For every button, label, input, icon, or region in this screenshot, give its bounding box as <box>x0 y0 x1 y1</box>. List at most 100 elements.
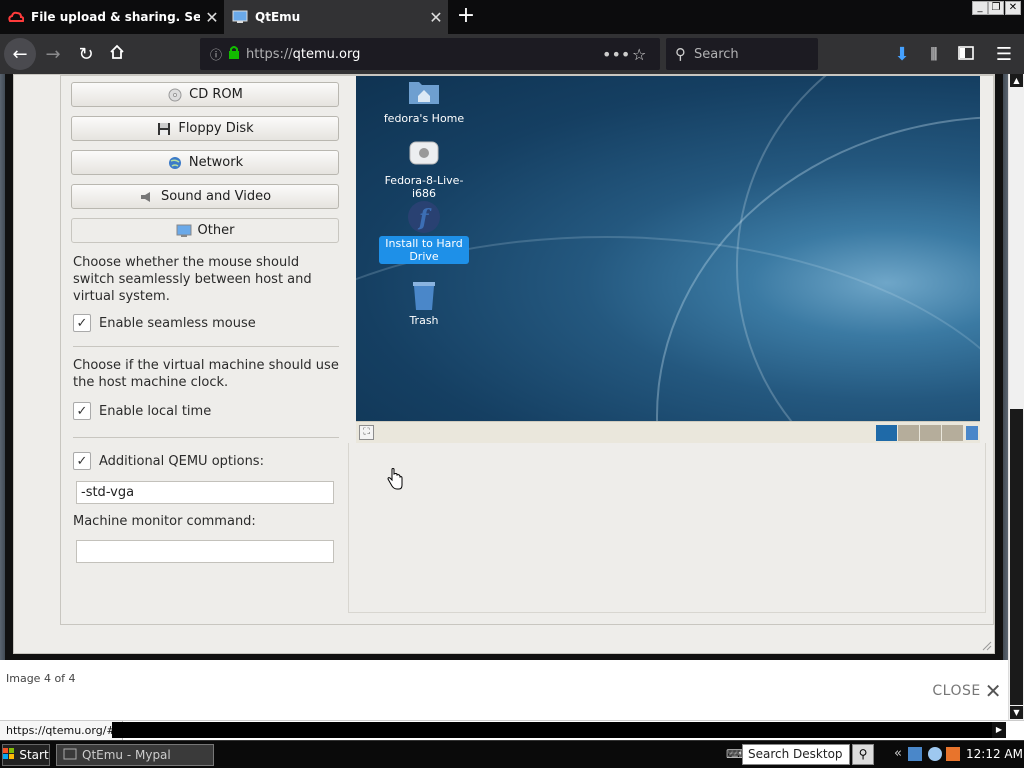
divider <box>73 346 339 347</box>
local-time-checkbox[interactable]: ✓ <box>73 402 91 420</box>
desktop-icon-label: Trash <box>409 314 439 327</box>
scroll-thumb[interactable] <box>1010 409 1023 705</box>
other-button[interactable]: Other <box>71 218 339 243</box>
search-input[interactable]: ⚲ Search <box>666 38 818 70</box>
fedora-logo-icon: f <box>407 200 441 233</box>
trash-applet-icon[interactable] <box>966 426 978 440</box>
desktop-search-input[interactable]: Search Desktop <box>742 744 850 765</box>
search-icon: ⚲ <box>858 747 868 761</box>
floppy-button[interactable]: Floppy Disk <box>71 116 339 141</box>
home-icon <box>109 44 125 65</box>
fullscreen-icon[interactable]: ⛶ <box>359 425 374 440</box>
start-label: Start <box>19 748 49 762</box>
status-url: https://qtemu.org/# <box>0 721 123 740</box>
window-close-button[interactable]: ✕ <box>1005 1 1021 15</box>
bookmark-star-icon[interactable]: ☆ <box>632 45 646 64</box>
downloads-button[interactable]: ⬇ <box>886 38 918 70</box>
start-button[interactable]: Start <box>2 744 50 766</box>
seamless-mouse-label: Enable seamless mouse <box>99 315 256 331</box>
vm-display[interactable]: fedora's Home Fedora-8-Live-i686 f Insta… <box>356 76 980 421</box>
workspace-2[interactable] <box>898 425 919 441</box>
minimize-button[interactable]: _ <box>972 1 988 15</box>
desktop-icon-label: fedora's Home <box>383 112 465 125</box>
vertical-scrollbar[interactable]: ▲ ▼ <box>1008 74 1024 720</box>
tab-file-upload[interactable]: File upload & sharing. Send lar ✕ <box>0 0 224 34</box>
info-icon[interactable]: ⓘ <box>210 46 222 63</box>
network-tray-icon[interactable] <box>908 747 922 761</box>
page-actions-icon[interactable]: ••• <box>602 45 630 64</box>
monitor-command-label: Machine monitor command: <box>73 514 256 529</box>
resize-grip-icon[interactable] <box>980 639 992 651</box>
restore-button[interactable]: ❐ <box>988 1 1004 15</box>
reload-button[interactable]: ↻ <box>70 38 102 70</box>
menu-button[interactable]: ☰ <box>988 38 1020 70</box>
nav-bar: ← → ↻ ⓘ https://qtemu.org ••• ☆ ⚲ Search… <box>0 34 1024 74</box>
qtemu-dialog: CD ROM Floppy Disk Network Sound and Vid… <box>13 74 995 654</box>
checkmark-icon: ✓ <box>76 315 88 331</box>
horizontal-scrollbar[interactable] <box>112 722 992 738</box>
desktop-icon-home[interactable]: fedora's Home <box>379 76 469 125</box>
trash-icon <box>407 278 441 310</box>
cloud-icon <box>8 9 24 25</box>
sidebar-icon <box>958 44 974 65</box>
additional-options-label: Additional QEMU options: <box>99 453 264 469</box>
close-icon[interactable]: ✕ <box>424 8 448 27</box>
back-button[interactable]: ← <box>4 38 36 70</box>
desktop-icon-install[interactable]: f Install to Hard Drive <box>379 200 469 264</box>
category-label: Sound and Video <box>160 189 272 204</box>
new-tab-button[interactable]: + <box>452 4 480 30</box>
status-bar: https://qtemu.org/# ▶ <box>0 720 1024 740</box>
shield-icon[interactable] <box>946 747 960 761</box>
image-counter: Image 4 of 4 <box>6 672 76 685</box>
additional-options-row[interactable]: ✓ Additional QEMU options: <box>73 452 264 470</box>
desktop-search-button[interactable]: ⚲ <box>852 744 874 765</box>
seamless-mouse-checkbox[interactable]: ✓ <box>73 314 91 332</box>
network-button[interactable]: Network <box>71 150 339 175</box>
mypal-icon <box>63 748 77 763</box>
sidebar-button[interactable] <box>950 38 982 70</box>
page-content: CD ROM Floppy Disk Network Sound and Vid… <box>0 74 1008 720</box>
workspace-1[interactable] <box>876 425 897 441</box>
settings-frame: CD ROM Floppy Disk Network Sound and Vid… <box>60 75 994 625</box>
library-button[interactable]: ⫼ <box>918 38 950 70</box>
additional-options-checkbox[interactable]: ✓ <box>73 452 91 470</box>
vm-panel: ⛶ <box>356 421 980 443</box>
desktop-icon-live-disc[interactable]: Fedora-8-Live-i686 <box>379 138 469 200</box>
local-time-row[interactable]: ✓ Enable local time <box>73 402 211 420</box>
settings-panel: CD ROM Floppy Disk Network Sound and Vid… <box>61 76 345 626</box>
url-text: https://qtemu.org <box>246 46 361 62</box>
cdrom-button[interactable]: CD ROM <box>71 82 339 107</box>
close-icon[interactable]: ✕ <box>200 8 224 27</box>
hand-cursor-icon <box>387 468 403 490</box>
close-icon: ✕ <box>984 679 1002 703</box>
scroll-down-icon[interactable]: ▼ <box>1010 706 1023 719</box>
desktop-icon-label: Fedora-8-Live-i686 <box>384 174 464 200</box>
monitor-command-input[interactable] <box>76 540 334 563</box>
network-icon <box>167 156 183 170</box>
workspace-3[interactable] <box>920 425 941 441</box>
search-tray-icon[interactable] <box>928 747 942 761</box>
url-bar[interactable]: ⓘ https://qtemu.org ••• ☆ <box>200 38 660 70</box>
arrow-left-icon: ← <box>12 43 28 65</box>
seamless-mouse-row[interactable]: ✓ Enable seamless mouse <box>73 314 256 332</box>
workspace-4[interactable] <box>942 425 963 441</box>
taskbar-item-mypal[interactable]: QtEmu - Mypal <box>56 744 214 766</box>
disc-drive-icon <box>407 138 441 170</box>
qtemu-icon <box>232 9 248 25</box>
floppy-icon <box>156 122 172 136</box>
tab-qtemu[interactable]: QtEmu ✕ <box>224 0 448 34</box>
scroll-right-icon[interactable]: ▶ <box>992 722 1006 738</box>
lightbox-close-button[interactable]: CLOSE ✕ <box>932 679 1002 703</box>
desktop-icon-trash[interactable]: Trash <box>379 278 469 327</box>
sound-video-button[interactable]: Sound and Video <box>71 184 339 209</box>
home-button[interactable] <box>101 38 133 70</box>
vm-lower-area <box>348 443 986 613</box>
download-icon: ⬇ <box>894 43 910 65</box>
additional-options-input[interactable]: -std-vga <box>76 481 334 504</box>
category-label: CD ROM <box>189 87 243 102</box>
keyboard-icon: ⌨ <box>726 747 744 761</box>
tray-expand-icon[interactable]: « <box>894 746 902 761</box>
scroll-up-icon[interactable]: ▲ <box>1010 74 1023 87</box>
checkmark-icon: ✓ <box>76 403 88 419</box>
forward-button[interactable]: → <box>37 38 69 70</box>
